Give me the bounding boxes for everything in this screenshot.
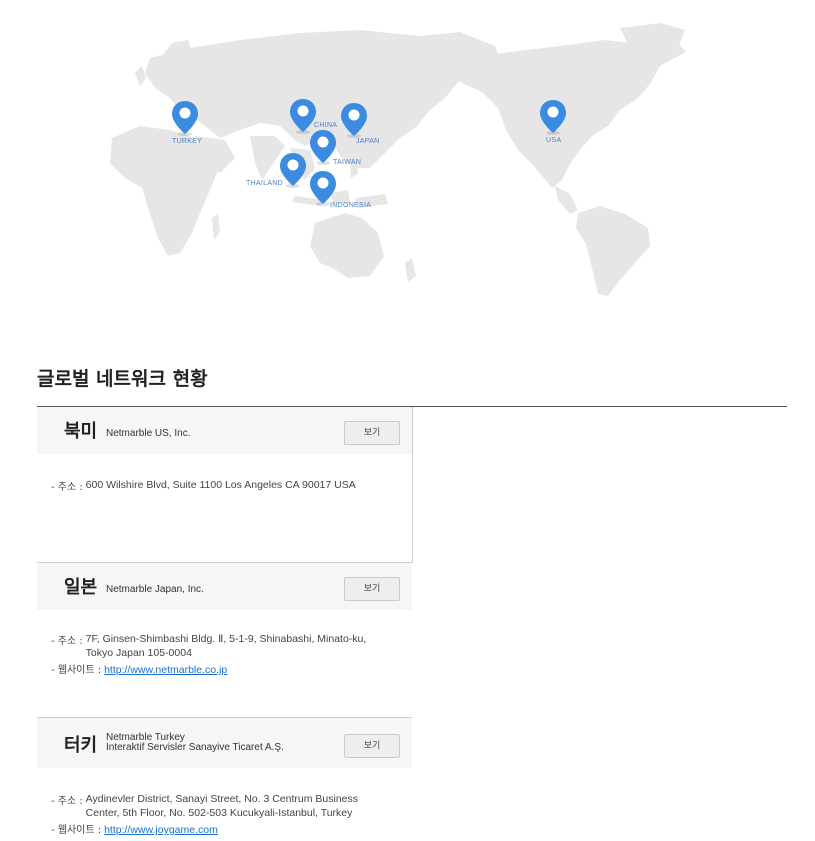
office-header: 북미 Netmarble US, Inc. 보기 xyxy=(37,407,412,454)
address-line: Aydinevler District, Sanayi Street, No. … xyxy=(85,793,359,805)
map-pin-label: USA xyxy=(546,137,562,144)
map-pin-label: JAPAN xyxy=(356,138,380,145)
office-header: 터키 Netmarble Turkey Interaktif Servisler… xyxy=(37,718,412,768)
address-value: 600 Wilshire Blvd, Suite 1100 Los Angele… xyxy=(85,479,356,491)
website-link[interactable]: http://www.joygame.com xyxy=(104,824,218,836)
office-company: Netmarble Turkey Interaktif Servisler Sa… xyxy=(106,733,284,753)
office-card-north-america: 북미 Netmarble US, Inc. 보기 - 주소 : 600 Wils… xyxy=(37,407,413,563)
map-pin-icon[interactable] xyxy=(339,102,369,138)
page-title: 글로벌 네트워크 현황 xyxy=(37,368,208,390)
office-region: 북미 xyxy=(64,421,98,442)
office-region: 터키 xyxy=(64,735,98,756)
office-company: Netmarble Japan, Inc. xyxy=(106,584,204,595)
address-line: Tokyo Japan 105-0004 xyxy=(85,647,192,659)
map-pin-label: TAIWAN xyxy=(333,159,362,166)
office-region: 일본 xyxy=(64,577,98,598)
address-row: - 주소 : Aydinevler District, Sanayi Stree… xyxy=(51,792,358,820)
address-line: Center, 5th Floor, No. 502-503 Kucukyali… xyxy=(85,807,353,819)
map-pin-label: THAILAND xyxy=(246,180,284,187)
address-value: 7F, Ginsen-Shimbashi Bldg. Ⅱ, 5-1-9, Shi… xyxy=(86,632,367,660)
website-link[interactable]: http://www.netmarble.co.jp xyxy=(104,664,227,676)
address-label: - 주소 : xyxy=(51,796,83,807)
view-button[interactable]: 보기 xyxy=(344,577,400,601)
address-value: Aydinevler District, Sanayi Street, No. … xyxy=(86,792,358,820)
view-button[interactable]: 보기 xyxy=(344,421,400,445)
office-card-japan: 일본 Netmarble Japan, Inc. 보기 - 주소 : 7F, G… xyxy=(37,563,412,713)
office-card-turkey: 터키 Netmarble Turkey Interaktif Servisler… xyxy=(37,717,412,841)
world-map-graphic xyxy=(110,23,686,296)
website-label: - 웹사이트 : xyxy=(51,825,102,836)
map-pin-icon[interactable] xyxy=(538,99,568,135)
office-header: 일본 Netmarble Japan, Inc. 보기 xyxy=(37,563,412,610)
map-pin-label: TURKEY xyxy=(172,138,203,145)
office-company-line: Interaktif Servisler Sanayive Ticaret A.… xyxy=(106,742,284,753)
website-label: - 웹사이트 : xyxy=(51,665,102,676)
address-label: - 주소 : xyxy=(51,636,83,647)
map-pin-icon[interactable] xyxy=(308,170,338,206)
world-map: TURKEY CHINA JAPAN TAIWAN THAILAND INDONESIA U… xyxy=(100,18,700,303)
address-row: - 주소 : 600 Wilshire Blvd, Suite 1100 Los… xyxy=(51,478,356,493)
website-row: - 웹사이트 : http://www.netmarble.co.jp xyxy=(51,661,227,676)
website-row: - 웹사이트 : http://www.joygame.com xyxy=(51,821,218,836)
address-row: - 주소 : 7F, Ginsen-Shimbashi Bldg. Ⅱ, 5-1… xyxy=(51,632,366,660)
view-button[interactable]: 보기 xyxy=(344,734,400,758)
address-label: - 주소 : xyxy=(51,482,83,493)
map-pin-label: CHINA xyxy=(314,122,338,129)
office-company: Netmarble US, Inc. xyxy=(106,428,191,439)
map-pin-label: INDONESIA xyxy=(330,202,372,209)
map-pin-icon[interactable] xyxy=(170,100,200,136)
address-line: 7F, Ginsen-Shimbashi Bldg. Ⅱ, 5-1-9, Shi… xyxy=(85,633,367,645)
